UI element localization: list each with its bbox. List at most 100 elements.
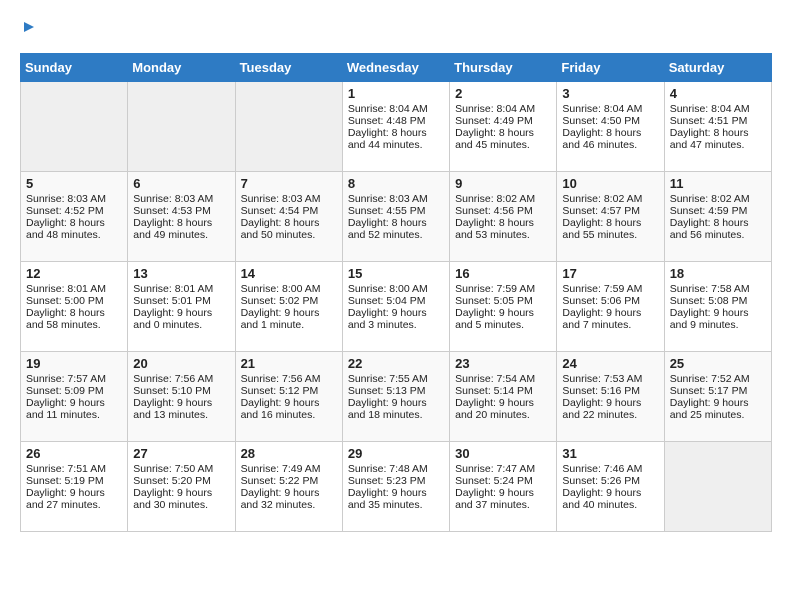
day-number: 29 <box>348 446 444 461</box>
day-info: Sunset: 5:00 PM <box>26 295 122 307</box>
day-info: Daylight: 8 hours <box>562 127 658 139</box>
day-info: and 53 minutes. <box>455 229 551 241</box>
day-info: Sunset: 4:57 PM <box>562 205 658 217</box>
calendar-cell: 3Sunrise: 8:04 AMSunset: 4:50 PMDaylight… <box>557 82 664 172</box>
day-info: Sunrise: 8:04 AM <box>348 103 444 115</box>
calendar-cell: 24Sunrise: 7:53 AMSunset: 5:16 PMDayligh… <box>557 352 664 442</box>
day-info: and 16 minutes. <box>241 409 337 421</box>
day-info: Sunset: 5:14 PM <box>455 385 551 397</box>
day-info: and 47 minutes. <box>670 139 766 151</box>
calendar-cell: 17Sunrise: 7:59 AMSunset: 5:06 PMDayligh… <box>557 262 664 352</box>
day-info: and 48 minutes. <box>26 229 122 241</box>
col-header-thursday: Thursday <box>450 54 557 82</box>
day-info: and 11 minutes. <box>26 409 122 421</box>
day-number: 1 <box>348 86 444 101</box>
day-info: Sunset: 5:23 PM <box>348 475 444 487</box>
day-number: 12 <box>26 266 122 281</box>
day-info: Sunrise: 7:56 AM <box>241 373 337 385</box>
col-header-sunday: Sunday <box>21 54 128 82</box>
day-info: Sunrise: 8:04 AM <box>670 103 766 115</box>
calendar-cell: 12 Sunrise: 8:01 AMSunset: 5:00 PMDayligh… <box>21 262 128 352</box>
day-info: Daylight: 9 hours <box>241 307 337 319</box>
day-info: Daylight: 9 hours <box>133 307 229 319</box>
day-info: Daylight: 8 hours <box>26 307 122 319</box>
day-info: Daylight: 9 hours <box>348 487 444 499</box>
day-info: Sunrise: 8:03 AM <box>133 193 229 205</box>
page-header <box>20 20 772 43</box>
calendar-cell <box>235 82 342 172</box>
day-info: Daylight: 9 hours <box>348 307 444 319</box>
calendar-cell: 18Sunrise: 7:58 AMSunset: 5:08 PMDayligh… <box>664 262 771 352</box>
day-info: Sunset: 4:48 PM <box>348 115 444 127</box>
day-number: 3 <box>562 86 658 101</box>
calendar-cell: 22Sunrise: 7:55 AMSunset: 5:13 PMDayligh… <box>342 352 449 442</box>
day-number: 16 <box>455 266 551 281</box>
calendar-cell: 23Sunrise: 7:54 AMSunset: 5:14 PMDayligh… <box>450 352 557 442</box>
day-info: Daylight: 9 hours <box>455 397 551 409</box>
day-info: and 44 minutes. <box>348 139 444 151</box>
day-info: and 5 minutes. <box>455 319 551 331</box>
day-info: Daylight: 8 hours <box>348 217 444 229</box>
day-info: Sunset: 5:26 PM <box>562 475 658 487</box>
day-info: and 30 minutes. <box>133 499 229 511</box>
day-info: Sunrise: 8:02 AM <box>670 193 766 205</box>
day-info: Daylight: 9 hours <box>133 487 229 499</box>
day-number: 20 <box>133 356 229 371</box>
day-info: Daylight: 8 hours <box>455 127 551 139</box>
day-info: and 45 minutes. <box>455 139 551 151</box>
day-number: 10 <box>562 176 658 191</box>
day-number: 24 <box>562 356 658 371</box>
day-info: Sunrise: 8:01 AM <box>133 283 229 295</box>
day-number: 4 <box>670 86 766 101</box>
day-info: Daylight: 8 hours <box>26 217 122 229</box>
day-number: 19 <box>26 356 122 371</box>
day-info: Daylight: 8 hours <box>348 127 444 139</box>
day-info: Sunset: 4:55 PM <box>348 205 444 217</box>
calendar-cell <box>128 82 235 172</box>
day-info: Sunset: 5:13 PM <box>348 385 444 397</box>
day-number: 22 <box>348 356 444 371</box>
day-info: Sunrise: 8:04 AM <box>455 103 551 115</box>
calendar-cell: 11Sunrise: 8:02 AMSunset: 4:59 PMDayligh… <box>664 172 771 262</box>
day-info: and 46 minutes. <box>562 139 658 151</box>
day-info: and 50 minutes. <box>241 229 337 241</box>
day-info: Sunrise: 7:55 AM <box>348 373 444 385</box>
day-info: Sunset: 5:08 PM <box>670 295 766 307</box>
calendar-cell: 7Sunrise: 8:03 AMSunset: 4:54 PMDaylight… <box>235 172 342 262</box>
day-info: Sunset: 5:04 PM <box>348 295 444 307</box>
day-number: 26 <box>26 446 122 461</box>
calendar-cell: 9Sunrise: 8:02 AMSunset: 4:56 PMDaylight… <box>450 172 557 262</box>
day-number: 27 <box>133 446 229 461</box>
day-number: 30 <box>455 446 551 461</box>
day-number: 7 <box>241 176 337 191</box>
day-info: and 56 minutes. <box>670 229 766 241</box>
day-info: Sunset: 5:16 PM <box>562 385 658 397</box>
day-info: Sunset: 4:52 PM <box>26 205 122 217</box>
calendar-cell: 31Sunrise: 7:46 AMSunset: 5:26 PMDayligh… <box>557 442 664 532</box>
day-number: 8 <box>348 176 444 191</box>
day-info: Sunrise: 8:00 AM <box>241 283 337 295</box>
calendar-cell: 19Sunrise: 7:57 AMSunset: 5:09 PMDayligh… <box>21 352 128 442</box>
day-info: Sunrise: 8:03 AM <box>241 193 337 205</box>
day-info: Sunrise: 7:48 AM <box>348 463 444 475</box>
logo <box>20 20 38 43</box>
day-info: Daylight: 8 hours <box>133 217 229 229</box>
day-info: Sunset: 5:01 PM <box>133 295 229 307</box>
calendar-cell: 27Sunrise: 7:50 AMSunset: 5:20 PMDayligh… <box>128 442 235 532</box>
calendar-cell: 10Sunrise: 8:02 AMSunset: 4:57 PMDayligh… <box>557 172 664 262</box>
day-info: and 0 minutes. <box>133 319 229 331</box>
calendar-cell: 28Sunrise: 7:49 AMSunset: 5:22 PMDayligh… <box>235 442 342 532</box>
day-info: Sunset: 5:22 PM <box>241 475 337 487</box>
day-number: 21 <box>241 356 337 371</box>
day-info: and 7 minutes. <box>562 319 658 331</box>
day-info: Sunrise: 8:01 AM <box>26 283 122 295</box>
calendar-cell: 14Sunrise: 8:00 AMSunset: 5:02 PMDayligh… <box>235 262 342 352</box>
col-header-monday: Monday <box>128 54 235 82</box>
day-number: 5 <box>26 176 122 191</box>
calendar-cell <box>21 82 128 172</box>
day-info: Sunset: 4:53 PM <box>133 205 229 217</box>
calendar-cell: 4Sunrise: 8:04 AMSunset: 4:51 PMDaylight… <box>664 82 771 172</box>
calendar-cell: 13Sunrise: 8:01 AMSunset: 5:01 PMDayligh… <box>128 262 235 352</box>
day-info: Daylight: 8 hours <box>241 217 337 229</box>
day-info: and 20 minutes. <box>455 409 551 421</box>
